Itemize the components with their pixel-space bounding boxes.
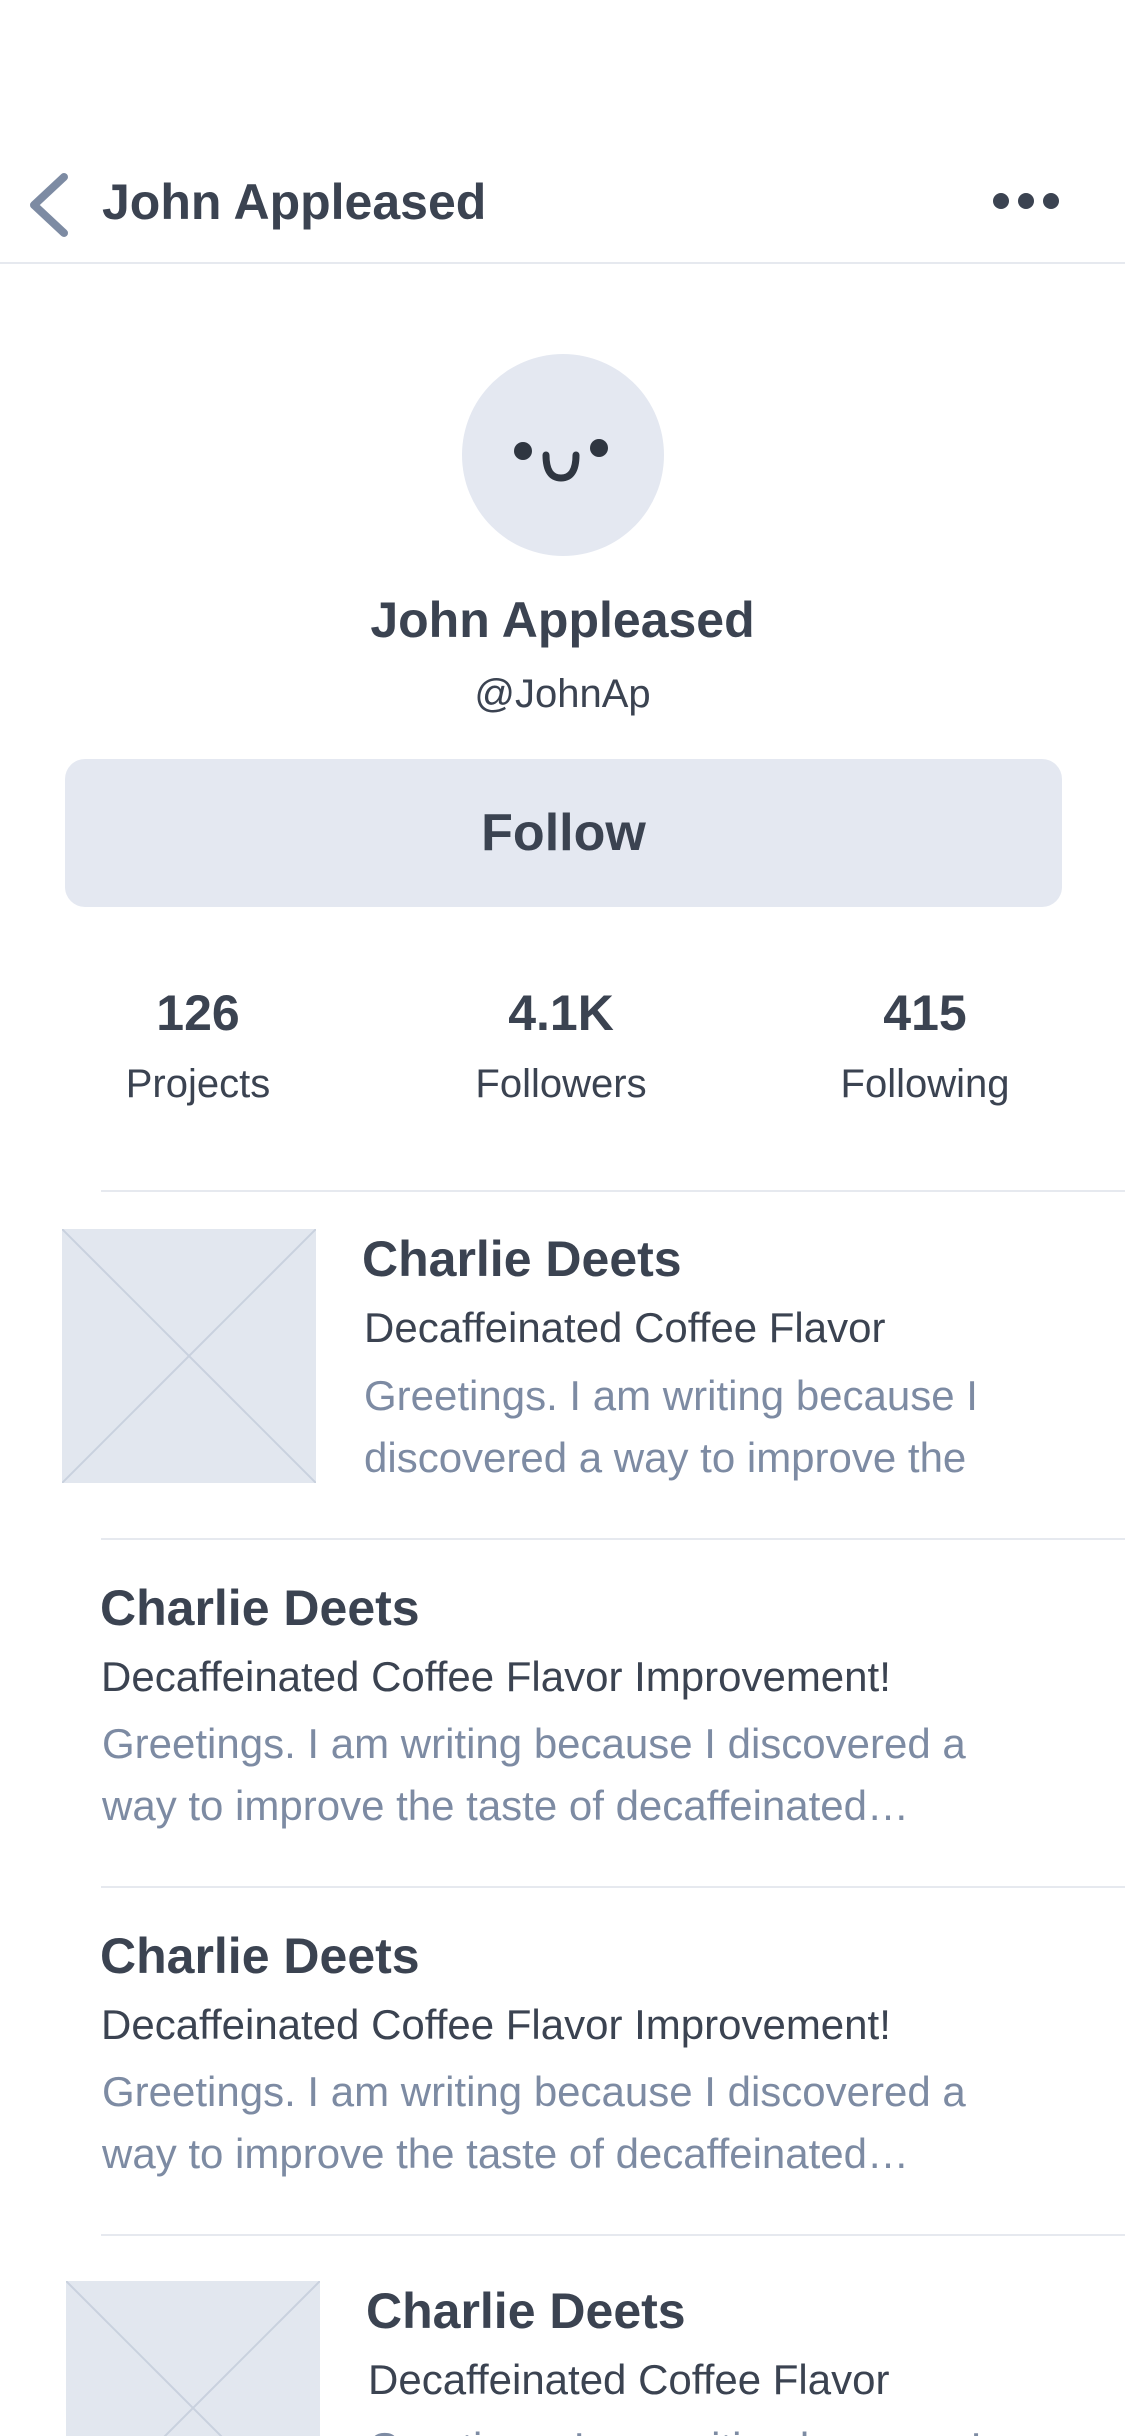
divider (101, 1886, 1125, 1888)
stat-label: Projects (125, 1062, 271, 1106)
smiley-face-icon (514, 439, 608, 482)
item-author: Charlie Deets (100, 1580, 420, 1636)
item-author: Charlie Deets (366, 2283, 686, 2339)
item-preview: Greetings. I am writing because I discov… (364, 1372, 978, 1481)
item-subject: Decaffeinated Coffee Flavor Improvement! (101, 1653, 891, 1700)
stat-label: Following (840, 1062, 1010, 1106)
back-button[interactable] (18, 168, 78, 242)
stat-following[interactable]: 415 Following (775, 982, 1075, 1110)
more-horizontal-icon (993, 193, 1009, 209)
profile-name: John Appleased (370, 592, 755, 648)
divider (101, 1538, 1125, 1540)
item-preview: Greetings. I am writing because I (368, 2417, 1108, 2436)
item-author: Charlie Deets (100, 1928, 420, 1984)
stat-followers[interactable]: 4.1K Followers (411, 982, 711, 1110)
stat-value: 4.1K (508, 985, 614, 1041)
avatar[interactable] (462, 354, 664, 556)
image-placeholder (66, 2281, 320, 2436)
item-subject: Decaffeinated Coffee Flavor (364, 1304, 886, 1351)
follow-button[interactable]: Follow (65, 759, 1062, 907)
more-options-button[interactable] (986, 176, 1066, 226)
item-preview: Greetings. I am writing because I discov… (102, 1720, 966, 1829)
chevron-left-icon (30, 173, 68, 237)
item-author: Charlie Deets (362, 1231, 682, 1287)
item-subject: Decaffeinated Coffee Flavor (368, 2356, 890, 2403)
stat-value: 126 (156, 985, 240, 1041)
top-navigation-bar: John Appleased (0, 0, 1125, 264)
stat-label: Followers (475, 1062, 647, 1106)
image-placeholder (62, 1229, 316, 1483)
divider (101, 2234, 1125, 2236)
divider (101, 1190, 1125, 1192)
item-preview: Greetings. I am writing because I discov… (102, 2068, 966, 2177)
profile-handle: @JohnAp (474, 672, 651, 716)
item-subject: Decaffeinated Coffee Flavor Improvement! (101, 2001, 891, 2048)
stat-projects[interactable]: 126 Projects (48, 982, 348, 1110)
stat-value: 415 (883, 985, 967, 1041)
page-title: John Appleased (102, 174, 487, 230)
